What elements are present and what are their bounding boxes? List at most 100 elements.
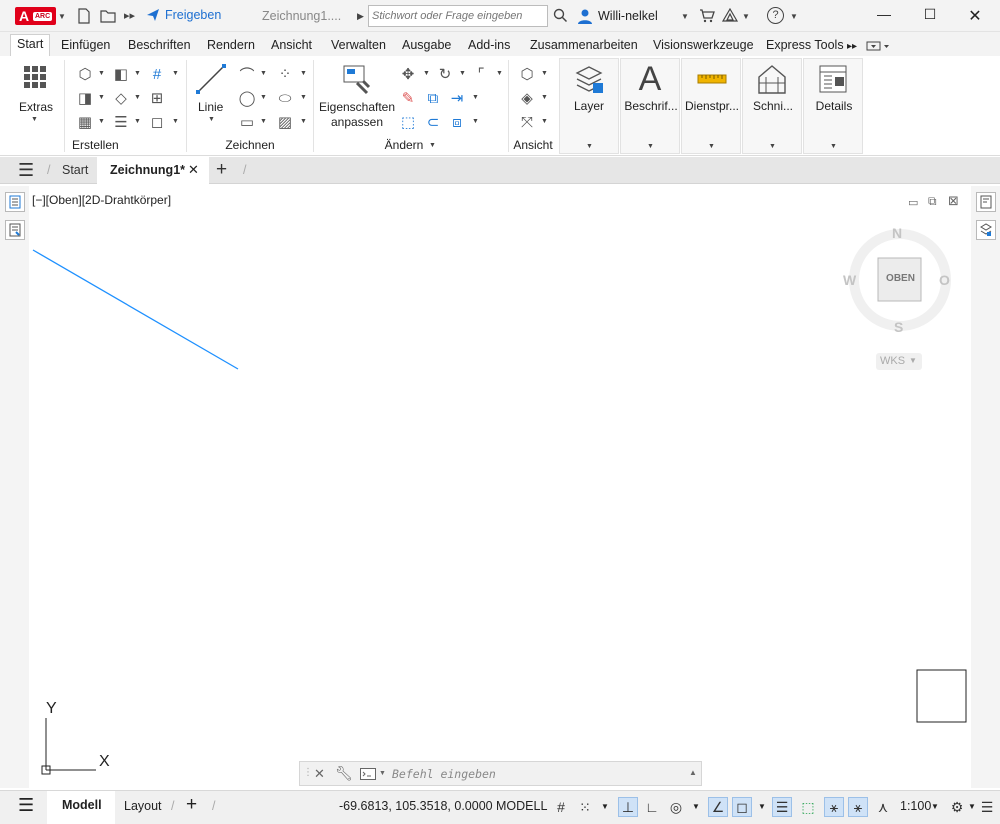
properties-palette-icon[interactable] <box>5 192 25 212</box>
box-solid-icon[interactable]: ⬡ <box>76 65 94 83</box>
compass-east[interactable]: O <box>939 272 950 288</box>
help-icon[interactable]: ? <box>767 7 784 24</box>
arc-icon[interactable]: ⌒ <box>238 65 256 84</box>
dynamic-input-icon[interactable]: ⊥ <box>618 797 638 817</box>
close-window-button[interactable]: ✕ <box>960 6 990 26</box>
polar-caret-icon[interactable]: ▼ <box>692 802 700 811</box>
coordinates-readout[interactable]: -69.6813, 105.3518, 0.0000 <box>339 799 493 813</box>
modell-tab[interactable]: Modell <box>47 791 115 824</box>
object-snap-icon[interactable]: ◻ <box>732 797 752 817</box>
annotation-scale-icon[interactable]: ⋏ <box>873 797 893 817</box>
point-icon[interactable]: ⁘ <box>276 65 294 83</box>
copy-icon[interactable]: ⧉ <box>424 89 442 107</box>
box-caret-icon[interactable]: ▼ <box>98 70 105 77</box>
view-cube-label[interactable]: OBEN <box>879 273 922 284</box>
visual-style-icon[interactable]: ◈ <box>518 89 536 107</box>
grid-display-icon[interactable]: # <box>551 797 571 817</box>
rotate-caret-icon[interactable]: ▼ <box>459 70 466 77</box>
ellipse-icon[interactable]: ⬭ <box>276 89 294 107</box>
ribbon-minimize-icon[interactable] <box>866 38 890 57</box>
transparency-icon[interactable]: ⬚ <box>798 797 818 817</box>
tab-ansicht[interactable]: Ansicht <box>271 36 312 54</box>
workspace-caret-icon[interactable]: ▼ <box>968 802 976 811</box>
layer-panel[interactable]: Layer ▼ <box>559 58 619 154</box>
annotation-visibility-icon[interactable]: ⚹ <box>824 797 844 817</box>
utilities-panel[interactable]: Dienstpr... ▼ <box>681 58 741 154</box>
close-tab-icon[interactable]: ✕ <box>188 162 199 178</box>
rectangle-icon[interactable]: ▭ <box>238 113 256 131</box>
annotation-scale-value[interactable]: 1:100 <box>900 799 931 813</box>
expand-search-icon[interactable]: ▶ <box>357 11 364 22</box>
shape-diamond-icon[interactable]: ◇ <box>112 89 130 107</box>
tab-start[interactable]: Start <box>10 34 51 56</box>
compass-north[interactable]: N <box>892 225 902 241</box>
more-tabs-icon[interactable]: ▸▸ <box>847 39 857 54</box>
layer-palette-icon[interactable] <box>5 220 25 240</box>
linie-label[interactable]: Linie <box>198 100 223 114</box>
details-panel[interactable]: Details ▼ <box>803 58 863 154</box>
door-icon[interactable]: ◨ <box>76 89 94 107</box>
lineweight-icon[interactable]: ☰ <box>772 797 792 817</box>
extrude-caret-icon[interactable]: ▼ <box>134 70 141 77</box>
modell-space-button[interactable]: MODELL <box>496 799 547 813</box>
isodraft-icon[interactable]: ∠ <box>708 797 728 817</box>
tab-rendern[interactable]: Rendern <box>207 36 255 54</box>
shape-caret-icon[interactable]: ▼ <box>134 94 141 101</box>
annotation-panel[interactable]: A Beschrif... ▼ <box>620 58 680 154</box>
command-prompt-caret-icon[interactable]: ▼ <box>379 770 386 777</box>
grid-caret-icon[interactable]: ▼ <box>172 70 179 77</box>
snap-mode-icon[interactable]: ⁙ <box>575 797 595 817</box>
circle-icon[interactable]: ◯ <box>238 89 256 107</box>
hatch-icon[interactable]: ▨ <box>276 113 294 131</box>
command-close-icon[interactable]: ✕ <box>314 766 325 782</box>
compass-west[interactable]: W <box>843 272 856 288</box>
array-icon[interactable]: ⊞ <box>148 89 166 107</box>
aendern-caret-icon[interactable]: ▼ <box>429 142 436 149</box>
pencil-edit-icon[interactable]: ✎ <box>399 89 417 107</box>
extras-caret-icon[interactable]: ▼ <box>31 116 38 123</box>
stair-icon[interactable]: ☰ <box>112 113 130 131</box>
layer-states-icon[interactable] <box>976 220 996 240</box>
osnap-caret-icon[interactable]: ▼ <box>758 802 766 811</box>
cube-icon[interactable]: ◻ <box>148 113 166 131</box>
cart-icon[interactable] <box>699 8 715 26</box>
polar-tracking-icon[interactable]: ◎ <box>666 797 686 817</box>
ellipse-caret-icon[interactable]: ▼ <box>300 94 307 101</box>
scale-caret-icon[interactable]: ▼ <box>931 802 939 811</box>
rectangle-caret-icon[interactable]: ▼ <box>260 118 267 125</box>
search-icon[interactable] <box>553 8 568 26</box>
arc-caret-icon[interactable]: ▼ <box>260 70 267 77</box>
point-caret-icon[interactable]: ▼ <box>300 70 307 77</box>
fillet-icon[interactable]: ⌜ <box>472 65 490 83</box>
array-copy-caret-icon[interactable]: ▼ <box>472 118 479 125</box>
rotate-icon[interactable]: ↻ <box>436 65 454 83</box>
visual-caret-icon[interactable]: ▼ <box>541 94 548 101</box>
eigenschaften-line1[interactable]: Eigenschaften <box>318 100 396 114</box>
open-folder-icon[interactable] <box>100 8 117 27</box>
viewport-controls-label[interactable]: [−][Oben][2D-Drahtkörper] <box>32 193 171 207</box>
tab-verwalten[interactable]: Verwalten <box>331 36 386 54</box>
extras-label[interactable]: Extras <box>19 100 53 114</box>
section-panel[interactable]: Schni... ▼ <box>742 58 802 154</box>
hamburger-menu-icon[interactable]: ☰ <box>18 160 34 181</box>
tab-visionswerkzeuge[interactable]: Visionswerkzeuge <box>653 36 754 54</box>
extras-grid-icon[interactable] <box>22 64 48 94</box>
sheet-set-icon[interactable] <box>976 192 996 212</box>
file-tab-active[interactable]: Zeichnung1* ✕ <box>97 157 209 184</box>
grid-mesh-icon[interactable]: # <box>148 65 166 83</box>
cube-caret-icon[interactable]: ▼ <box>172 118 179 125</box>
hatch-caret-icon[interactable]: ▼ <box>300 118 307 125</box>
new-file-icon[interactable] <box>76 8 92 27</box>
command-line[interactable]: ⋮ ✕ 🔧︎ ▼ Befehl eingeben ▲ <box>299 761 702 786</box>
fillet-caret-icon[interactable]: ▼ <box>496 70 503 77</box>
new-tab-icon[interactable]: + <box>216 159 227 181</box>
door-caret-icon[interactable]: ▼ <box>98 94 105 101</box>
auto-scale-icon[interactable]: ⚹ <box>848 797 868 817</box>
navigate-caret-icon[interactable]: ▼ <box>541 118 548 125</box>
viewport-restore-icon[interactable]: ⧉ <box>928 194 937 209</box>
linie-caret-icon[interactable]: ▼ <box>208 116 215 123</box>
viewport-close-icon[interactable]: ⊠ <box>948 193 959 209</box>
minimize-button[interactable]: — <box>869 6 899 26</box>
table-caret-icon[interactable]: ▼ <box>98 118 105 125</box>
stretch-caret-icon[interactable]: ▼ <box>472 94 479 101</box>
